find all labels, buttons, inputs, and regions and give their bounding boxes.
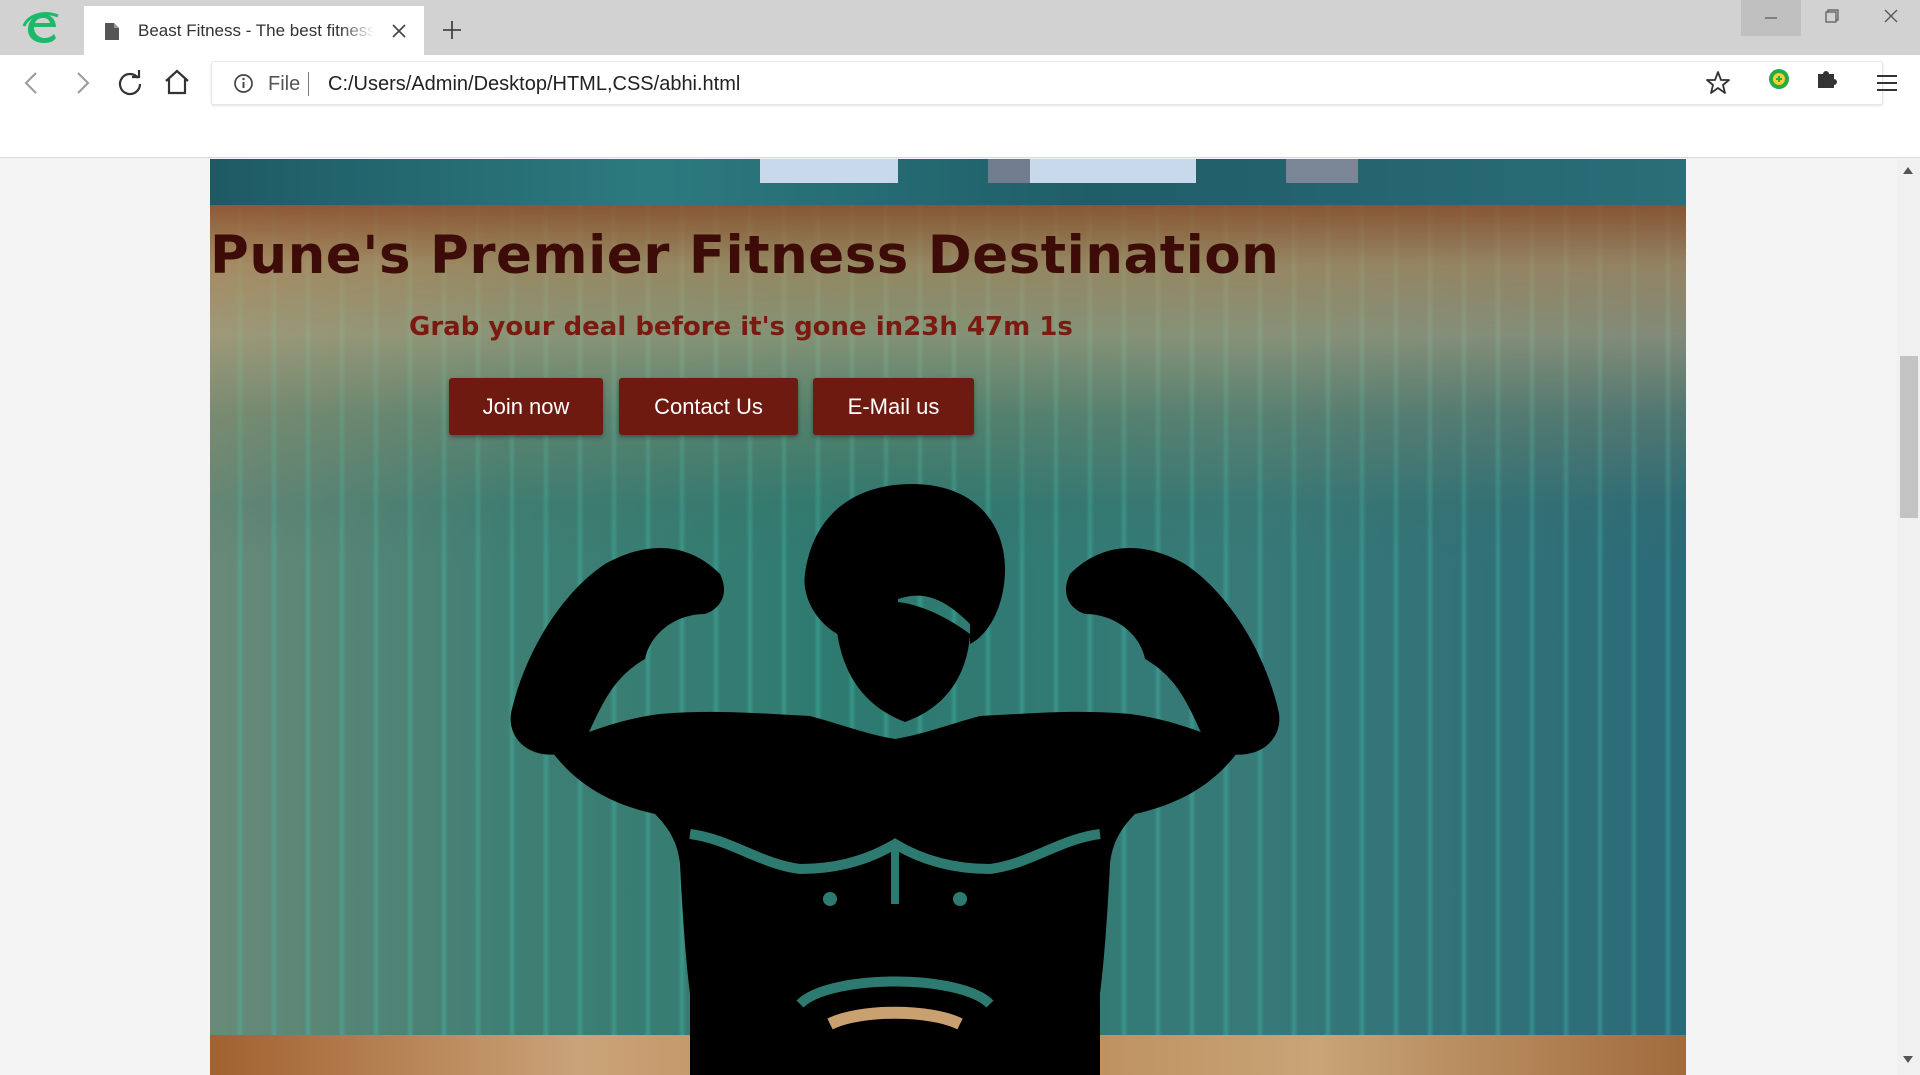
tab-title: Beast Fitness - The best fitness [138,21,374,41]
join-now-button[interactable]: Join now [449,378,603,435]
puzzle-icon[interactable] [1815,66,1839,90]
window-close-icon[interactable] [1861,0,1920,36]
minimize-icon[interactable] [1741,0,1801,36]
navigation-bar: File C:/Users/Admin/Desktop/HTML,CSS/abh… [0,55,1920,158]
browser-logo-icon[interactable] [22,8,62,48]
address-bar[interactable]: File C:/Users/Admin/Desktop/HTML,CSS/abh… [211,61,1883,105]
bookmark-star-icon[interactable] [1705,70,1731,96]
address-url[interactable]: C:/Users/Admin/Desktop/HTML,CSS/abhi.htm… [328,73,740,96]
info-icon[interactable] [233,73,254,94]
document-icon [105,23,119,40]
extension-icon[interactable] [1768,68,1790,90]
menu-icon[interactable] [1875,72,1899,94]
reload-icon[interactable] [115,68,145,98]
plus-icon[interactable] [440,18,464,42]
contact-us-button[interactable]: Contact Us [619,378,798,435]
hero-countdown: Grab your deal before it's gone in23h 47… [409,312,1073,342]
scroll-up-arrow-icon[interactable] [1903,167,1913,174]
address-scheme: File [268,73,301,95]
hero-title: Pune's Premier Fitness Destination [210,225,1280,286]
back-icon[interactable] [17,68,47,98]
browser-tab[interactable]: Beast Fitness - The best fitness [84,6,424,55]
scrollbar-thumb[interactable] [1900,356,1918,518]
email-us-button[interactable]: E-Mail us [813,378,974,435]
address-divider [308,72,309,96]
restore-icon[interactable] [1801,0,1861,36]
close-icon[interactable] [390,22,408,40]
previous-section-image [210,159,1686,205]
vertical-scrollbar[interactable] [1897,159,1920,1075]
flexing-muscle-man-icon [510,484,1280,1075]
forward-icon[interactable] [67,68,97,98]
page-viewport: Pune's Premier Fitness Destination Grab … [0,159,1897,1075]
scroll-down-arrow-icon[interactable] [1903,1056,1913,1063]
tab-strip: Beast Fitness - The best fitness [0,0,1920,55]
home-icon[interactable] [162,67,192,97]
